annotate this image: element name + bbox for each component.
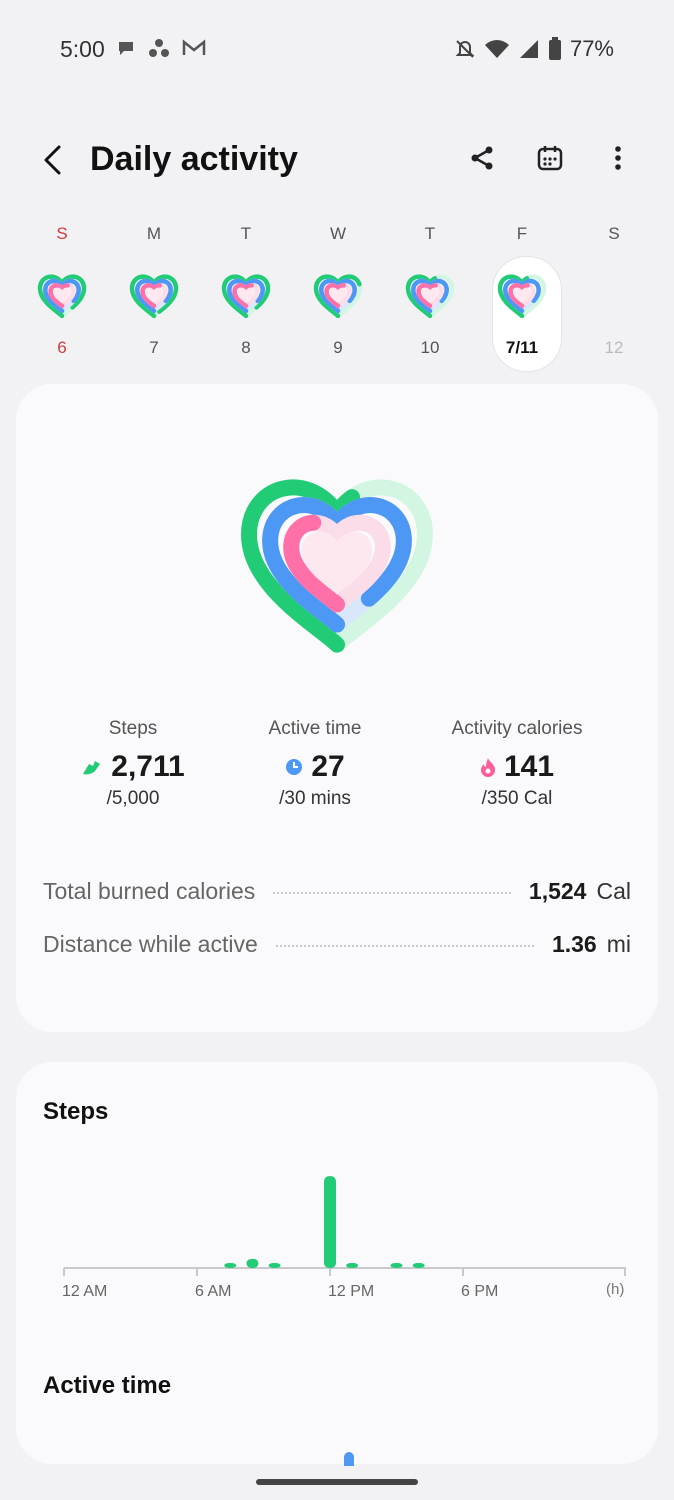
battery-percent: 77% [569,36,614,61]
day-letter: F [516,224,528,243]
dots-icon [149,39,169,57]
day-number: 9 [333,338,343,357]
calendar-icon [537,146,563,171]
active-time-metric[interactable]: Active time 27 /30 mins [208,718,422,810]
share-button[interactable] [466,142,498,174]
dotted-leader [273,892,511,894]
calories-goal: /350 Cal [481,788,553,809]
x-unit-label: (h) [606,1281,624,1298]
active-time-value: 27 [311,750,345,783]
calories-value-row: 141 [410,750,624,784]
steps-bar [390,1262,403,1268]
calories-label: Activity calories [451,718,583,739]
stat-value: 1,524 [528,877,587,904]
share-icon [471,146,493,170]
steps-chart[interactable]: 12 AM 6 AM 12 PM 6 PM (h) [56,1162,626,1312]
week-strip: S 6 M 7 T 8 W 9 T 10 F 7/11 S 12 [16,220,660,372]
x-tick-label: 12 AM [62,1283,107,1300]
day-3[interactable]: W9 [298,220,378,370]
steps-value: 2,711 [111,750,185,783]
x-tick-label: 6 AM [195,1283,231,1300]
chat-icon [119,42,133,55]
stat-label: Distance while active [43,930,258,957]
app-actions [466,142,634,174]
activity-summary-card: Steps 2,711 /5,000 Active time 27 /30 mi… [16,384,658,1032]
system-status: 77% [454,36,614,62]
day-letter: M [146,224,162,243]
wifi-icon [484,40,509,58]
steps-bar [246,1258,259,1268]
back-arrow-icon [44,145,61,175]
day-6: S 12 [574,220,654,370]
stat-unit: Cal [596,877,631,904]
day-number: 7/11 [505,338,539,357]
more-options-button[interactable] [602,142,634,174]
clock-icon [286,759,303,775]
steps-bar [324,1176,336,1268]
status-time: 5:00 [60,36,105,62]
day-2[interactable]: T8 [206,220,286,370]
x-tick-label: 12 PM [328,1283,374,1300]
calories-metric[interactable]: Activity calories 141 /350 Cal [410,718,624,810]
active-time-label: Active time [268,718,362,739]
day-activity-ring-icon [221,274,271,319]
steps-bar [412,1262,425,1268]
metrics-row: Steps 2,711 /5,000 Active time 27 /30 mi… [16,718,658,828]
calendar-button[interactable] [534,142,566,174]
activity-heart-ring[interactable] [222,466,452,666]
app-bar: Daily activity [0,130,674,192]
active-time-value-row: 27 [208,750,422,784]
battery-icon [548,37,561,60]
active-time-goal: /30 mins [279,788,351,809]
day-number: 7 [149,338,159,357]
steps-section-title: Steps [43,1098,109,1125]
day-5[interactable]: F 7/11 [482,220,562,372]
day-letter: T [240,224,252,243]
flame-icon [480,758,495,777]
day-activity-ring-icon [405,274,455,319]
active-time-chart-bar [344,1452,354,1466]
more-icon [615,146,621,170]
steps-bar [346,1262,359,1268]
dotted-leader [275,945,534,947]
status-bar: 5:00 77% [0,0,674,100]
stat-value: 1.36 [551,930,597,957]
day-activity-ring-icon [129,274,179,319]
day-number: 10 [420,338,440,357]
stat-label: Total burned calories [43,877,256,904]
day-activity-ring-icon [584,268,644,324]
day-activity-ring-icon [313,274,363,319]
notification-icons [116,38,206,58]
steps-card[interactable]: Steps 12 AM 6 AM 12 PM 6 PM (h) Active time [16,1062,658,1466]
steps-bar [268,1262,281,1268]
active-time-section-title: Active time [43,1372,172,1399]
day-number: 6 [57,338,67,357]
distance-while-active-row: Distance while active 1.36 mi [43,929,631,959]
day-0[interactable]: S6 [22,220,102,370]
day-number: 12 [604,338,624,357]
day-letter: W [329,224,347,243]
steps-bar [224,1262,237,1268]
total-burned-calories-row: Total burned calories 1,524 Cal [43,876,631,906]
day-letter: S [608,224,620,243]
page-title: Daily activity [90,140,298,178]
mute-icon [455,40,475,58]
gmail-icon [182,39,206,55]
day-activity-ring-icon [37,274,87,319]
day-letter: S [56,224,68,243]
back-button[interactable] [36,142,72,178]
stat-unit: mi [606,930,631,957]
signal-icon [519,40,538,58]
x-tick-label: 6 PM [461,1283,498,1300]
day-activity-ring-icon [497,274,547,319]
day-letter: T [424,224,436,243]
home-indicator[interactable] [256,1479,418,1485]
calories-value: 141 [503,750,555,783]
shoe-icon [83,761,101,775]
day-number: 8 [241,338,251,357]
day-4[interactable]: T 10 [390,220,470,370]
day-1[interactable]: M7 [114,220,194,370]
